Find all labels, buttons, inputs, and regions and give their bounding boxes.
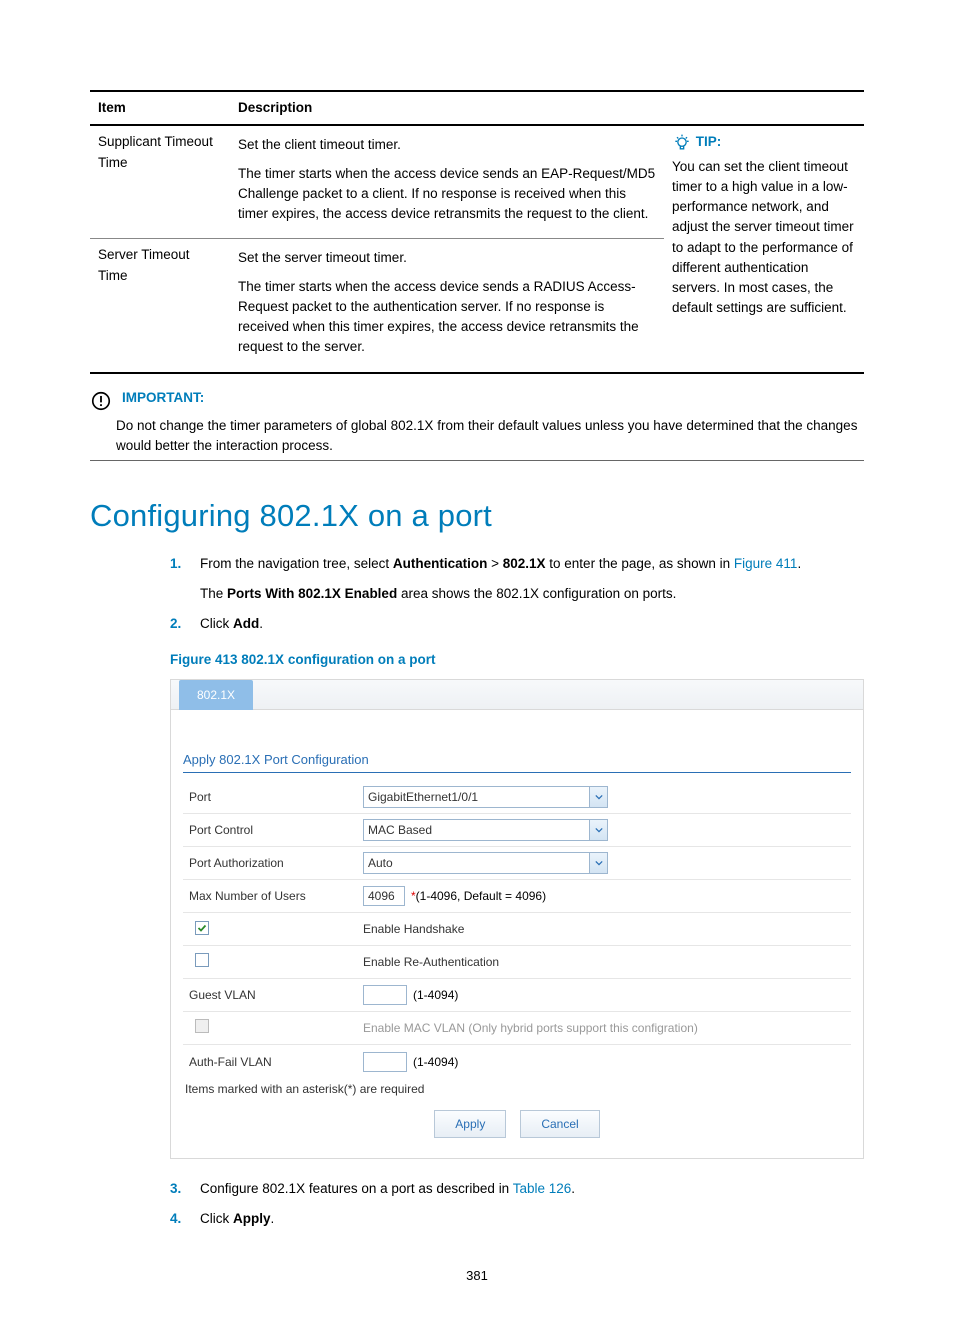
step-4: Click Apply.: [170, 1209, 864, 1229]
page-number: 381: [90, 1266, 864, 1286]
lightbulb-icon: [672, 133, 692, 153]
enable-mac-vlan-checkbox: [195, 1019, 209, 1033]
step-1: From the navigation tree, select Authent…: [170, 554, 864, 605]
figure-411-link[interactable]: Figure 411: [734, 556, 798, 571]
tab-802-1x[interactable]: 802.1X: [179, 680, 253, 710]
port-authorization-label: Port Authorization: [183, 854, 363, 872]
row-enable-reauth: Enable Re-Authentication: [183, 946, 851, 979]
th-description: Description: [230, 91, 864, 125]
port-label: Port: [183, 788, 363, 806]
enable-reauth-label: Enable Re-Authentication: [363, 953, 851, 971]
row-mac-vlan: Enable MAC VLAN (Only hybrid ports suppo…: [183, 1012, 851, 1045]
parameters-table: Item Description Supplicant Timeout Time…: [90, 90, 864, 374]
important-label: IMPORTANT:: [122, 388, 204, 408]
max-users-input[interactable]: 4096: [363, 886, 405, 906]
port-control-label: Port Control: [183, 821, 363, 839]
enable-mac-vlan-label: Enable MAC VLAN (Only hybrid ports suppo…: [363, 1019, 851, 1037]
exclamation-circle-icon: [90, 390, 112, 412]
chevron-down-icon: [589, 820, 607, 840]
guest-vlan-label: Guest VLAN: [183, 986, 363, 1004]
tab-bar: 802.1X: [171, 680, 863, 710]
apply-button[interactable]: Apply: [434, 1110, 506, 1138]
enable-handshake-checkbox[interactable]: [195, 921, 209, 935]
auth-fail-vlan-label: Auth-Fail VLAN: [183, 1053, 363, 1071]
cell-desc: Set the client timeout timer. The timer …: [230, 125, 664, 239]
tip-label: TIP:: [696, 134, 722, 149]
chevron-down-icon: [589, 787, 607, 807]
port-select[interactable]: GigabitEthernet1/0/1: [363, 786, 608, 808]
table-row: Supplicant Timeout Time Set the client t…: [90, 125, 864, 239]
port-authorization-select[interactable]: Auto: [363, 852, 608, 874]
auth-fail-vlan-input[interactable]: [363, 1052, 407, 1072]
row-auth-fail-vlan: Auth-Fail VLAN (1-4094): [183, 1045, 851, 1078]
cancel-button[interactable]: Cancel: [520, 1110, 599, 1138]
section-heading: Configuring 802.1X on a port: [90, 493, 864, 540]
row-port-authorization: Port Authorization Auto: [183, 847, 851, 880]
figure-802-1x-config: 802.1X Apply 802.1X Port Configuration P…: [170, 679, 864, 1160]
tip-cell: TIP: You can set the client timeout time…: [664, 125, 864, 372]
step-2: Click Add.: [170, 614, 864, 634]
th-item: Item: [90, 91, 230, 125]
form-section-header: Apply 802.1X Port Configuration: [183, 750, 851, 774]
tip-body: You can set the client timeout timer to …: [672, 157, 856, 319]
guest-vlan-input[interactable]: [363, 985, 407, 1005]
max-users-label: Max Number of Users: [183, 887, 363, 905]
important-body: Do not change the timer parameters of gl…: [90, 416, 864, 457]
table-126-link[interactable]: Table 126: [513, 1181, 572, 1196]
enable-reauth-checkbox[interactable]: [195, 953, 209, 967]
row-guest-vlan: Guest VLAN (1-4094): [183, 979, 851, 1012]
row-max-users: Max Number of Users 4096 *(1-4096, Defau…: [183, 880, 851, 913]
row-enable-handshake: Enable Handshake: [183, 913, 851, 946]
cell-item: Supplicant Timeout Time: [90, 125, 230, 239]
step-3: Configure 802.1X features on a port as d…: [170, 1179, 864, 1199]
check-icon: [197, 923, 207, 933]
important-callout: IMPORTANT: Do not change the timer param…: [90, 388, 864, 462]
row-port: Port GigabitEthernet1/0/1: [183, 781, 851, 814]
enable-handshake-label: Enable Handshake: [363, 920, 851, 938]
cell-desc: Set the server timeout timer. The timer …: [230, 239, 664, 373]
chevron-down-icon: [589, 853, 607, 873]
required-note: Items marked with an asterisk(*) are req…: [183, 1080, 851, 1098]
row-port-control: Port Control MAC Based: [183, 814, 851, 847]
port-control-select[interactable]: MAC Based: [363, 819, 608, 841]
figure-caption: Figure 413 802.1X configuration on a por…: [170, 650, 864, 670]
cell-item: Server Timeout Time: [90, 239, 230, 373]
